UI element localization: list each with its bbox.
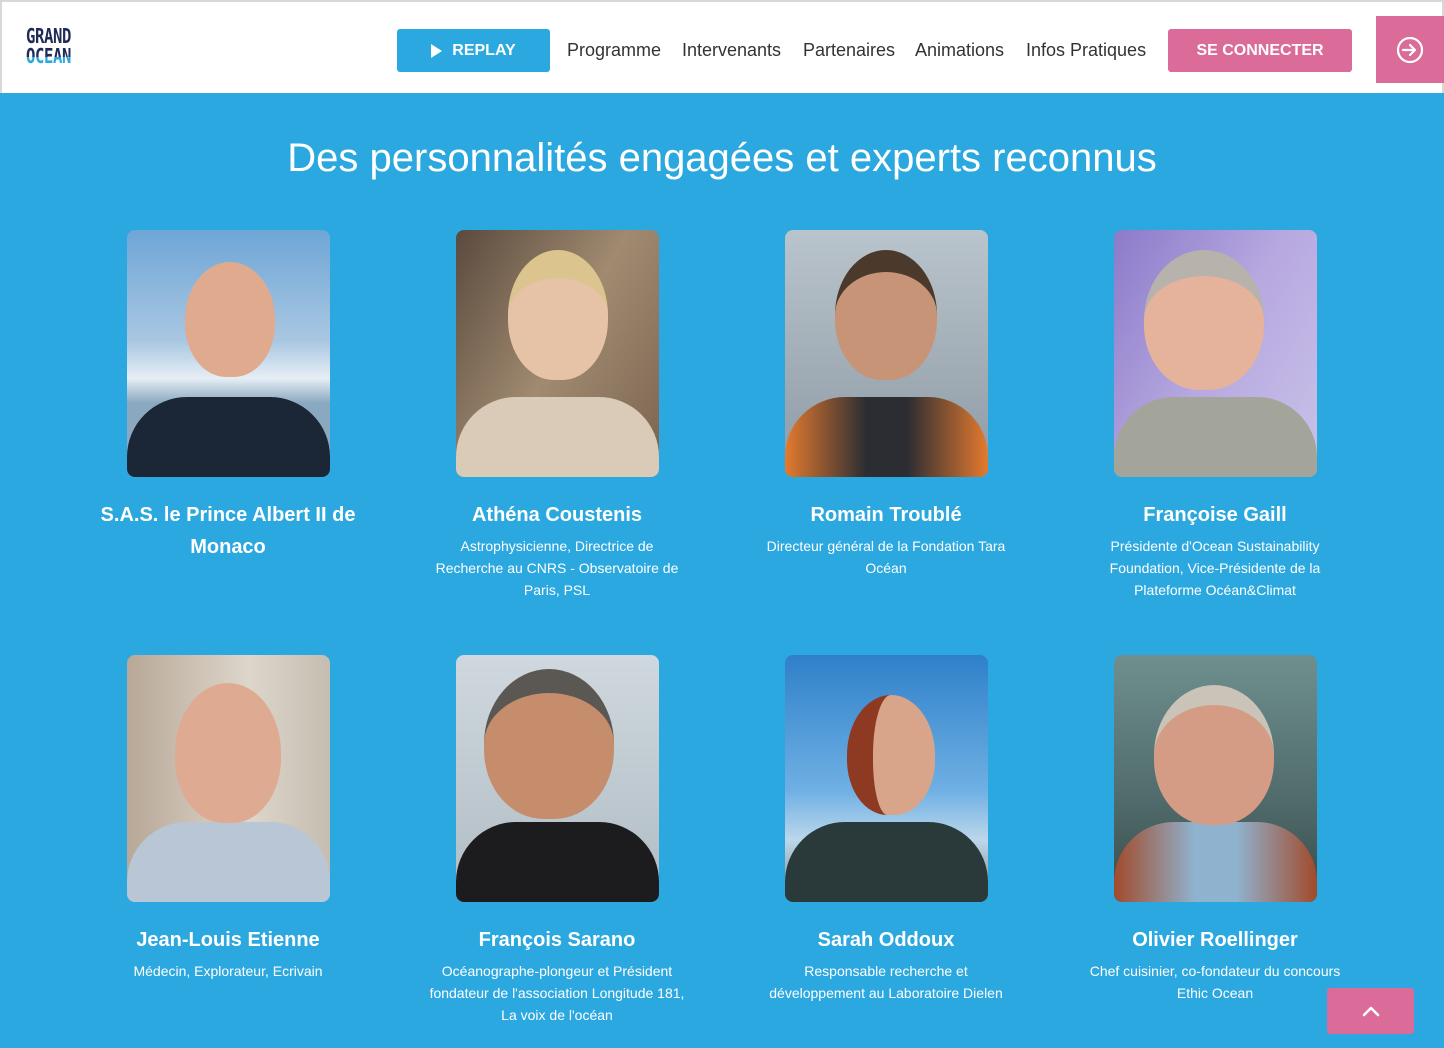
back-to-top-button[interactable] bbox=[1327, 988, 1414, 1034]
speaker-name: Romain Troublé bbox=[810, 504, 962, 526]
nav-item-programme[interactable]: Programme bbox=[567, 40, 661, 61]
speaker-card[interactable]: Françoise Gaill Présidente d'Ocean Susta… bbox=[1065, 230, 1365, 601]
speaker-photo bbox=[126, 230, 330, 477]
speaker-card[interactable]: S.A.S. le Prince Albert II de Monaco bbox=[78, 230, 378, 563]
speaker-card[interactable]: Athéna Coustenis Astrophysicienne, Direc… bbox=[407, 230, 707, 601]
play-icon bbox=[431, 43, 443, 58]
nav-item-animations[interactable]: Animations bbox=[915, 40, 1004, 61]
speaker-role: Médecin, Explorateur, Ecrivain bbox=[133, 963, 323, 979]
nav-item-intervenants[interactable]: Intervenants bbox=[682, 40, 781, 61]
speaker-card[interactable]: François Sarano Océanographe-plongeur et… bbox=[407, 655, 707, 1026]
logo-line-1: GRAND bbox=[26, 24, 72, 48]
connect-label: SE CONNECTER bbox=[1196, 41, 1324, 59]
speaker-photo bbox=[1113, 230, 1317, 477]
speaker-photo bbox=[784, 655, 988, 902]
login-button[interactable] bbox=[1376, 16, 1444, 83]
grand-ocean-logo[interactable]: GRAND OCEAN bbox=[26, 26, 86, 72]
speaker-name: Olivier Roellinger bbox=[1132, 929, 1298, 951]
speaker-card[interactable]: Romain Troublé Directeur général de la F… bbox=[736, 230, 1036, 579]
speaker-name: Jean-Louis Etienne bbox=[136, 929, 320, 951]
speaker-name: S.A.S. le Prince Albert II de Monaco bbox=[100, 504, 356, 558]
speaker-photo bbox=[455, 655, 659, 902]
speaker-photo bbox=[126, 655, 330, 902]
replay-button[interactable]: REPLAY bbox=[397, 29, 550, 72]
speaker-card[interactable]: Olivier Roellinger Chef cuisinier, co-fo… bbox=[1065, 655, 1365, 1004]
speaker-role: Directeur général de la Fondation Tara O… bbox=[766, 538, 1006, 576]
speaker-card[interactable]: Jean-Louis Etienne Médecin, Explorateur,… bbox=[78, 655, 378, 982]
replay-label: REPLAY bbox=[452, 41, 516, 59]
speaker-role: Chef cuisinier, co-fondateur du concours… bbox=[1089, 963, 1341, 1001]
speaker-role: Présidente d'Ocean Sustainability Founda… bbox=[1109, 538, 1321, 598]
speaker-photo bbox=[784, 230, 988, 477]
logo-line-2: OCEAN bbox=[26, 44, 72, 68]
speaker-name: François Sarano bbox=[478, 929, 636, 951]
speaker-name: Sarah Oddoux bbox=[817, 929, 955, 951]
speaker-photo bbox=[1113, 655, 1317, 902]
speaker-role: Astrophysicienne, Directrice de Recherch… bbox=[435, 538, 679, 598]
site-header: GRAND OCEAN REPLAY Programme Intervenant… bbox=[0, 0, 1444, 93]
section-title: Des personnalités engagées et experts re… bbox=[287, 136, 1157, 180]
speaker-name: Françoise Gaill bbox=[1143, 504, 1287, 526]
nav-item-partenaires[interactable]: Partenaires bbox=[803, 40, 895, 61]
speaker-name: Athéna Coustenis bbox=[471, 504, 643, 526]
speaker-role: Océanographe-plongeur et Président fonda… bbox=[429, 963, 685, 1023]
speaker-photo bbox=[455, 230, 659, 477]
speaker-role: Responsable recherche et développement a… bbox=[769, 963, 1003, 1001]
login-arrow-icon bbox=[1396, 36, 1424, 63]
connect-button[interactable]: SE CONNECTER bbox=[1168, 29, 1352, 72]
speaker-card[interactable]: Sarah Oddoux Responsable recherche et dé… bbox=[736, 655, 1036, 1004]
nav-item-infos-pratiques[interactable]: Infos Pratiques bbox=[1026, 40, 1146, 61]
chevron-up-icon bbox=[1362, 1006, 1379, 1017]
